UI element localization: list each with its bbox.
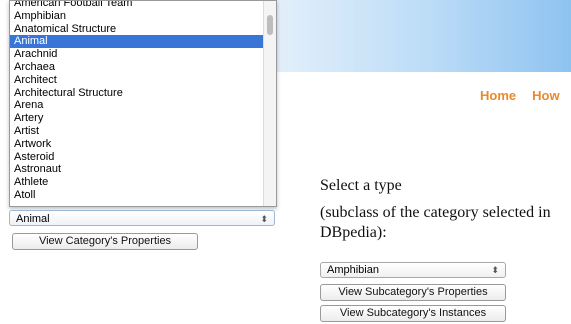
dropdown-option[interactable]: Amphibian bbox=[10, 10, 264, 23]
view-subcategory-properties-button[interactable]: View Subcategory's Properties bbox=[320, 284, 506, 301]
category-options: American Football Team Amphibian Anatomica… bbox=[10, 1, 264, 202]
dropdown-option[interactable]: Arena bbox=[10, 99, 264, 112]
select-arrows-icon: ⬍ bbox=[491, 265, 499, 275]
dropdown-option[interactable]: Asteroid bbox=[10, 151, 264, 164]
nav-how-link[interactable]: How bbox=[532, 88, 559, 103]
category-select[interactable]: Animal ⬍ bbox=[9, 210, 275, 226]
dropdown-scrollbar[interactable] bbox=[263, 1, 276, 206]
dropdown-option[interactable]: Athlete bbox=[10, 176, 264, 189]
category-select-value: Animal bbox=[16, 213, 50, 225]
view-subcategory-instances-button[interactable]: View Subcategory's Instances bbox=[320, 305, 506, 322]
dropdown-option[interactable]: Anatomical Structure bbox=[10, 23, 264, 36]
dropdown-option[interactable]: Artery bbox=[10, 112, 264, 125]
subcategory-select-value: Amphibian bbox=[327, 264, 379, 276]
dropdown-option[interactable]: Animal bbox=[10, 35, 264, 49]
nav-home-link[interactable]: Home bbox=[480, 88, 516, 103]
dropdown-option[interactable]: Architect bbox=[10, 74, 264, 87]
top-nav: Home How bbox=[480, 88, 560, 103]
dropdown-option[interactable]: Artwork bbox=[10, 138, 264, 151]
subcategory-select[interactable]: Amphibian ⬍ bbox=[320, 262, 506, 278]
scrollbar-thumb[interactable] bbox=[267, 15, 273, 35]
dropdown-option[interactable]: Astronaut bbox=[10, 163, 264, 176]
dropdown-option[interactable]: American Football Team bbox=[10, 1, 264, 10]
category-dropdown-list[interactable]: American Football Team Amphibian Anatomica… bbox=[9, 0, 277, 207]
dropdown-option[interactable]: Archaea bbox=[10, 61, 264, 74]
dropdown-option[interactable]: Atoll bbox=[10, 189, 264, 202]
dropdown-option[interactable]: Architectural Structure bbox=[10, 87, 264, 100]
dropdown-option[interactable]: Arachnid bbox=[10, 48, 264, 61]
subclass-description: (subclass of the category selected in DB… bbox=[320, 204, 551, 241]
dropdown-option[interactable]: Artist bbox=[10, 125, 264, 138]
select-arrows-icon: ⬍ bbox=[260, 214, 268, 224]
select-type-heading: Select a type bbox=[320, 177, 402, 194]
view-category-properties-button[interactable]: View Category's Properties bbox=[12, 233, 198, 250]
